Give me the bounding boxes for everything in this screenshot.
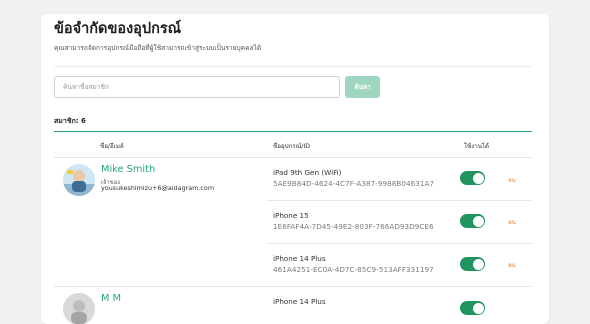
device-name: iPhone 14 Plus <box>273 254 326 263</box>
divider <box>54 66 532 67</box>
avatar <box>63 293 95 324</box>
member-name[interactable]: Mike Smith <box>101 164 155 175</box>
row-divider <box>267 243 532 244</box>
member-count: สมาชิก: 6 <box>54 117 86 125</box>
device-name: iPad 9th Gen (WiFi) <box>273 168 342 177</box>
device-name: iPhone 15 <box>273 211 309 220</box>
page-subtitle: คุณสามารถจัดการอุปกรณ์มือถือที่ผู้ใช้สาม… <box>54 44 262 52</box>
header-name-email: ชื่อ/อีเมล์ <box>100 143 124 150</box>
device-id: 461A4251-EC0A-4D7C-85C9-513AFF331197 <box>273 265 434 274</box>
member-email: yousukeshimizu+6@aldagram.com <box>101 184 215 192</box>
device-enabled-toggle[interactable] <box>460 214 485 228</box>
search-button[interactable]: ค้นหา <box>345 76 380 98</box>
delete-device-button[interactable]: ลบ <box>508 260 516 270</box>
device-enabled-toggle[interactable] <box>460 171 485 185</box>
delete-device-button[interactable]: ลบ <box>508 175 516 185</box>
member-name[interactable]: M M <box>101 293 121 304</box>
device-enabled-toggle[interactable] <box>460 301 485 315</box>
page-title: ข้อจำกัดของอุปกรณ์ <box>54 21 182 37</box>
avatar <box>63 164 95 196</box>
device-name: iPhone 14 Plus <box>273 297 326 306</box>
device-restrictions-card: ข้อจำกัดของอุปกรณ์ คุณสามารถจัดการอุปกรณ… <box>41 14 549 324</box>
row-divider <box>54 286 532 287</box>
header-enabled: ใช้งานได้ <box>464 143 490 150</box>
delete-device-button[interactable]: ลบ <box>508 217 516 227</box>
row-divider <box>267 200 532 201</box>
table-header: ชื่อ/อีเมล์ ชื่ออุปกรณ์/ID ใช้งานได้ <box>54 131 532 158</box>
device-enabled-toggle[interactable] <box>460 257 485 271</box>
header-device: ชื่ออุปกรณ์/ID <box>273 143 311 150</box>
member-search-input[interactable] <box>54 76 340 98</box>
device-id: 5AE9B84D-4624-4C7F-A387-9988B04631A7 <box>273 179 435 188</box>
device-id: 1E6FAF4A-7D45-49E2-803F-766AD93D9CE6 <box>273 222 434 231</box>
